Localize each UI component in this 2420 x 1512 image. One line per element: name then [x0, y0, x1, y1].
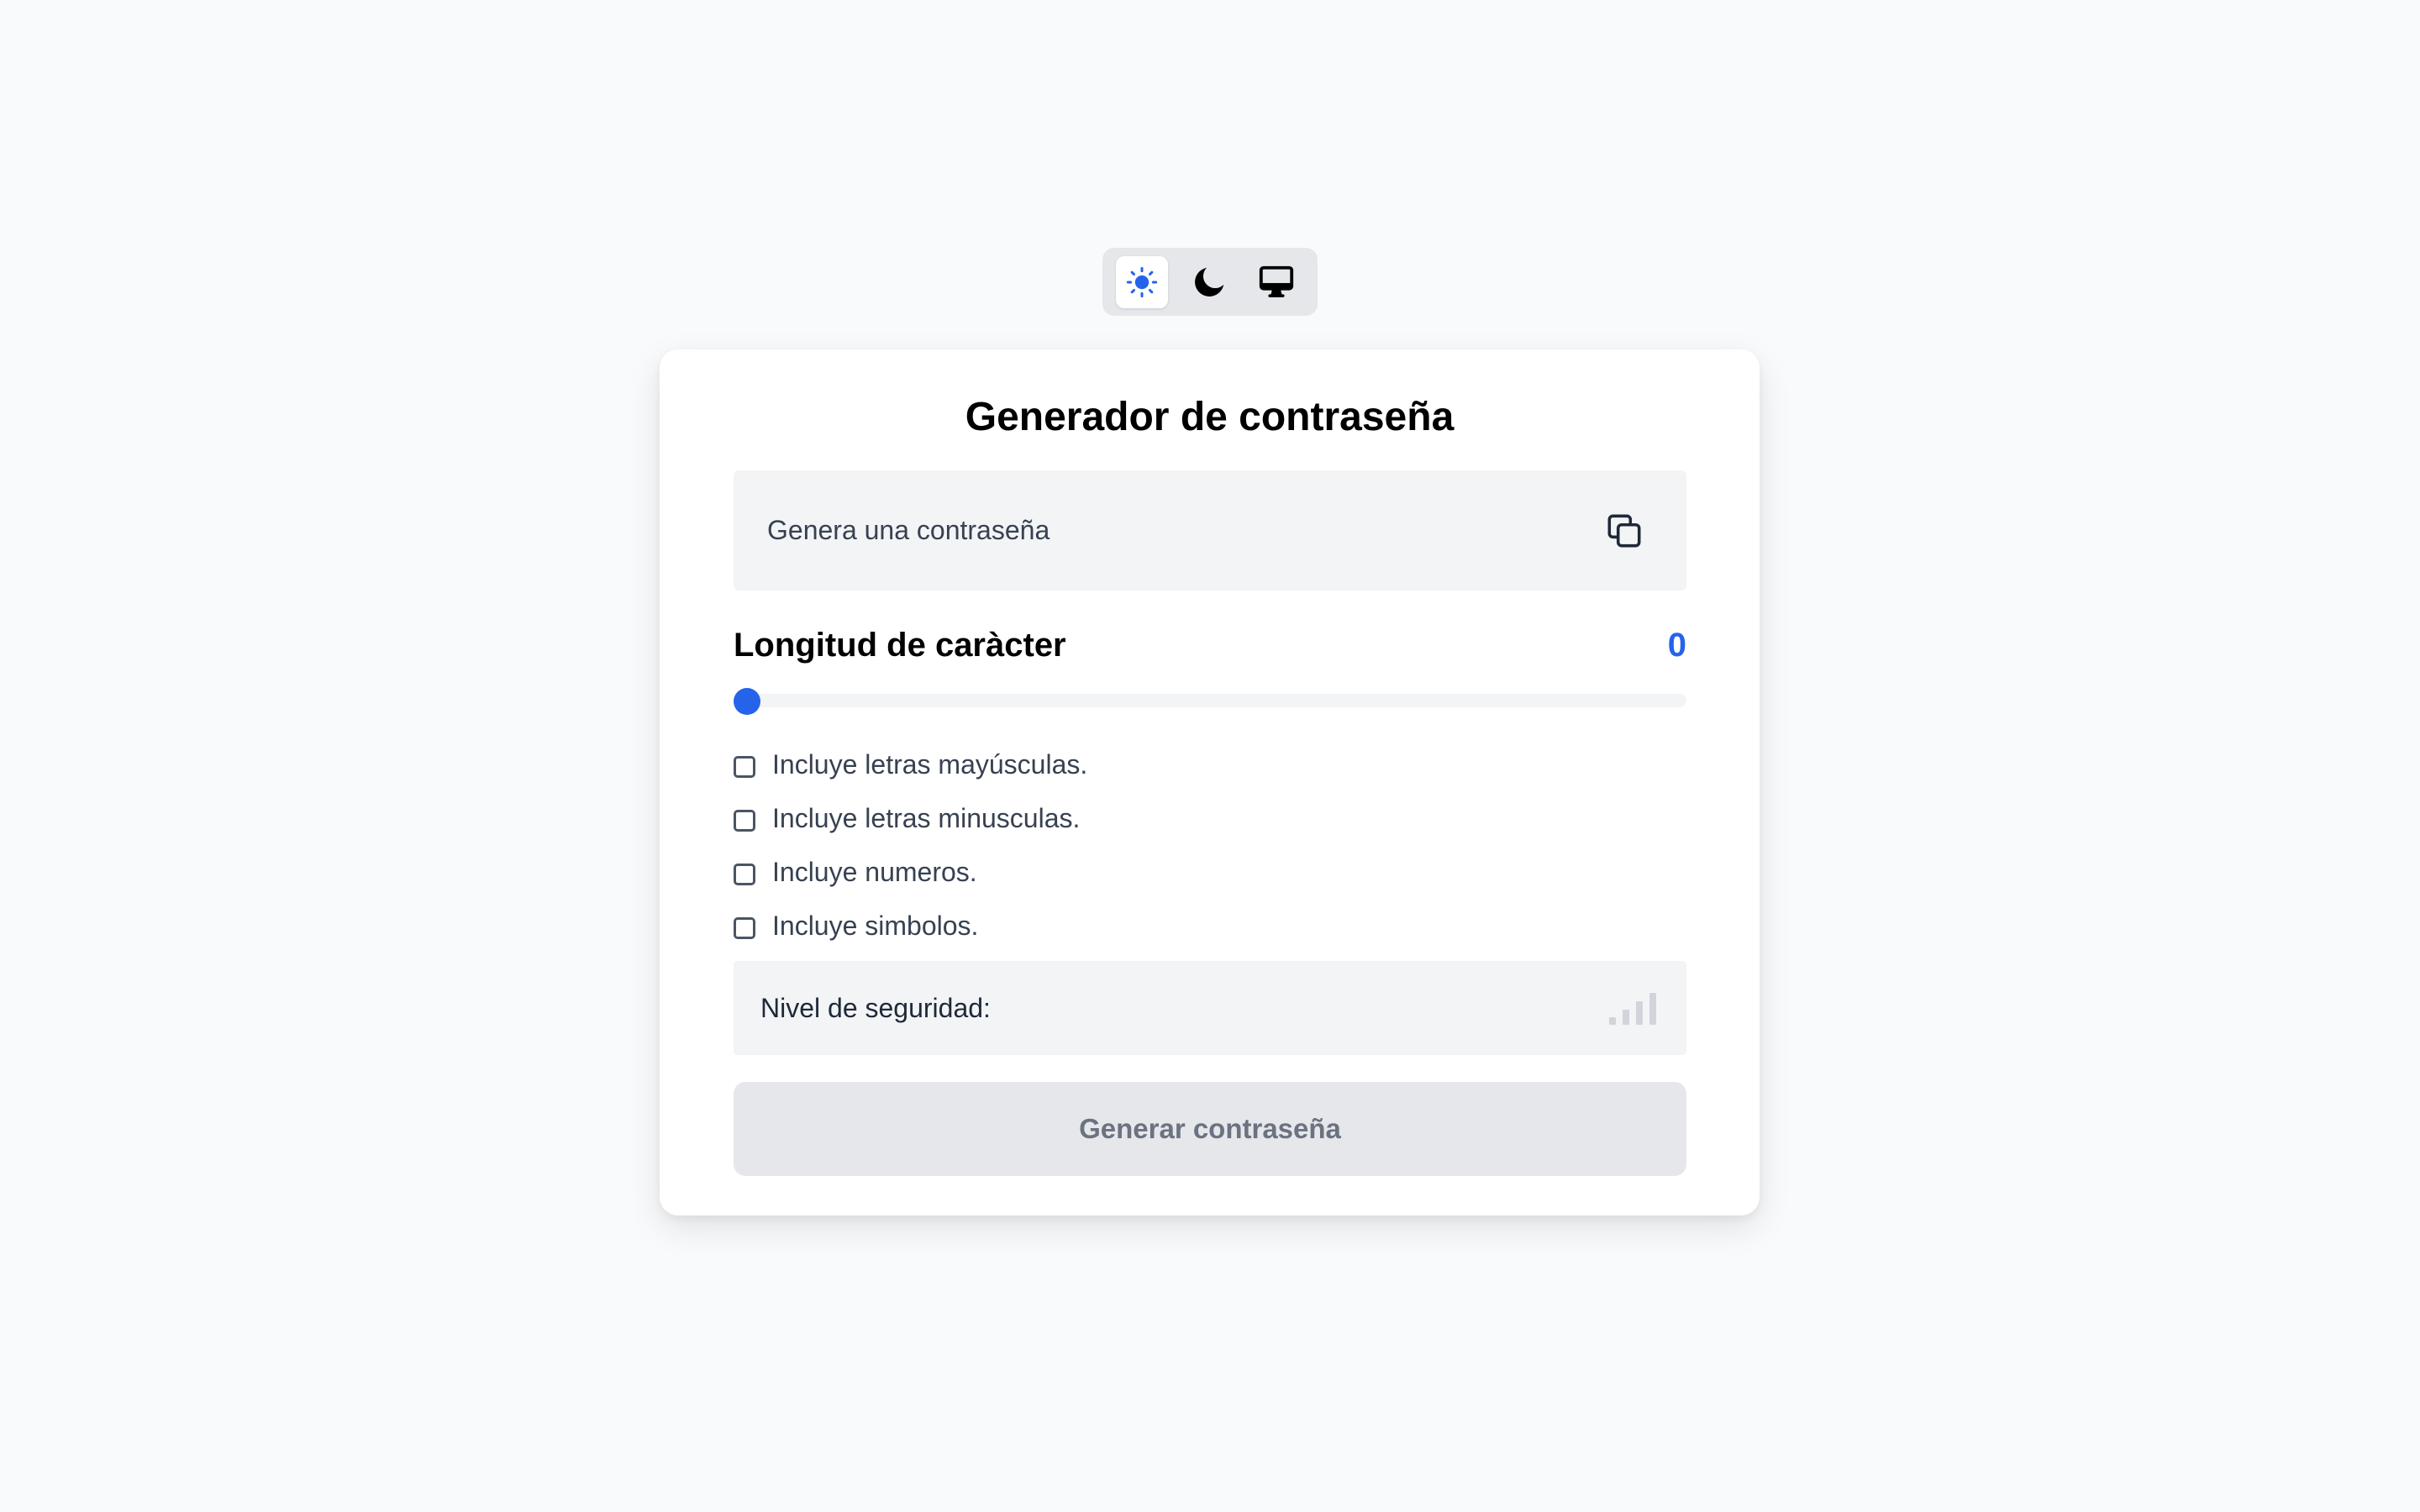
option-symbols[interactable]: Incluye simbolos.	[734, 899, 1686, 953]
option-numbers[interactable]: Incluye numeros.	[734, 845, 1686, 899]
checkbox-numbers[interactable]	[734, 864, 755, 885]
generate-password-button[interactable]: Generar contraseña	[734, 1082, 1686, 1176]
copy-button[interactable]	[1601, 507, 1648, 554]
page-title: Generador de contraseña	[965, 395, 1455, 439]
length-slider[interactable]	[734, 688, 1686, 715]
theme-switcher	[1102, 248, 1318, 316]
theme-dark-button[interactable]	[1183, 256, 1235, 308]
length-value: 0	[1667, 626, 1686, 664]
option-uppercase[interactable]: Incluye letras mayúsculas.	[734, 738, 1686, 791]
length-row: Longitud de caràcter 0	[734, 620, 1686, 670]
options-list: Incluye letras mayúsculas. Incluye letra…	[734, 738, 1686, 953]
option-label: Incluye numeros.	[772, 856, 977, 887]
slider-thumb[interactable]	[734, 688, 760, 715]
moon-icon	[1195, 267, 1224, 297]
monitor-icon	[1259, 265, 1294, 297]
option-label: Incluye letras minusculas.	[772, 802, 1081, 833]
option-label: Incluye simbolos.	[772, 910, 979, 941]
slider-track[interactable]	[734, 694, 1686, 707]
strength-indicator: Nivel de seguridad:	[734, 961, 1686, 1055]
strength-label: Nivel de seguridad:	[760, 992, 991, 1023]
signal-bars-icon	[1609, 993, 1656, 1025]
checkbox-symbols[interactable]	[734, 917, 755, 939]
password-display: Genera una contraseña	[734, 470, 1686, 591]
sun-icon	[1126, 266, 1158, 298]
option-label: Incluye letras mayúsculas.	[772, 748, 1088, 780]
checkbox-lowercase[interactable]	[734, 810, 755, 832]
password-output: Genera una contraseña	[767, 515, 1050, 545]
password-generator-card: Generador de contraseña Genera una contr…	[660, 349, 1760, 1215]
theme-system-button[interactable]	[1250, 256, 1302, 308]
theme-light-button[interactable]	[1116, 256, 1168, 308]
checkbox-uppercase[interactable]	[734, 756, 755, 778]
copy-icon	[1607, 514, 1641, 547]
length-label: Longitud de caràcter	[734, 626, 1066, 664]
option-lowercase[interactable]: Incluye letras minusculas.	[734, 791, 1686, 845]
